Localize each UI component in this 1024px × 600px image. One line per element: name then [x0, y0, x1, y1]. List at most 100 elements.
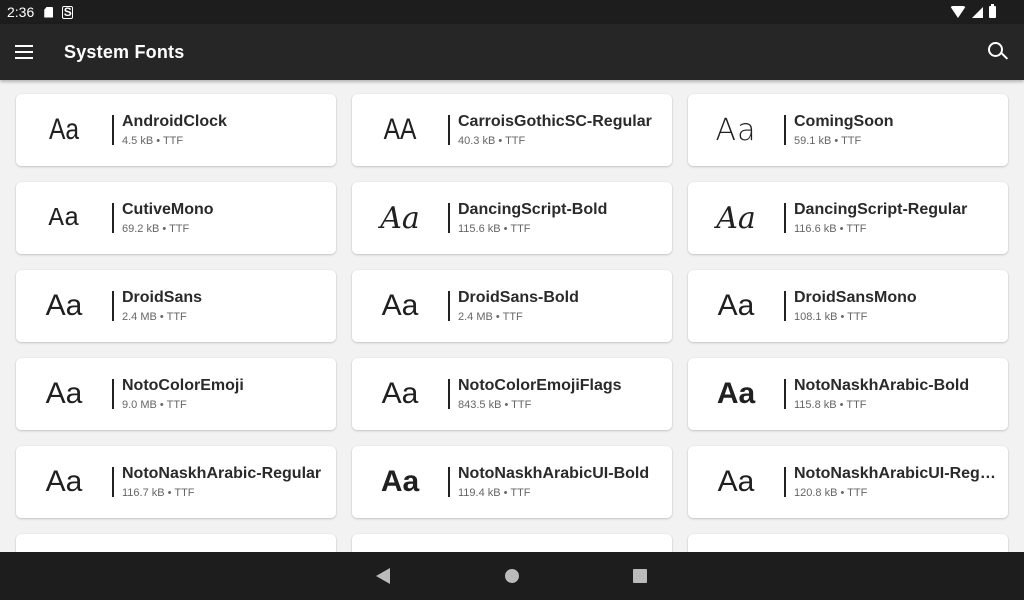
font-name: DroidSansMono	[794, 289, 917, 306]
navigation-bar	[0, 552, 1024, 600]
status-bar: 2:36 S	[0, 0, 1024, 24]
font-card[interactable]: Aa AndroidClock 4.5 kB • TTF	[16, 94, 336, 166]
font-sample: Aa	[715, 112, 757, 148]
font-meta: 115.6 kB • TTF	[458, 223, 531, 235]
font-card[interactable]: AA CarroisGothicSC-Regular 40.3 kB • TTF	[352, 94, 672, 166]
card-divider	[448, 467, 450, 497]
font-list[interactable]: Aa AndroidClock 4.5 kB • TTF AA CarroisGothi…	[0, 80, 1024, 552]
font-info: CarroisGothicSC-Regular 40.3 kB • TTF	[458, 113, 672, 147]
font-meta: 9.0 MB • TTF	[122, 399, 187, 411]
font-sample: Aa	[45, 289, 83, 322]
card-divider	[784, 203, 786, 233]
page-title: System Fonts	[64, 41, 185, 62]
card-divider	[448, 291, 450, 321]
search-icon[interactable]	[988, 42, 1009, 62]
font-sample: Aa	[380, 465, 420, 498]
signal-icon	[972, 6, 983, 18]
font-sample: AA	[383, 113, 417, 146]
card-divider	[112, 115, 114, 145]
font-sample: Aa	[380, 200, 420, 236]
font-sample: Aa	[48, 113, 80, 146]
font-sample: Aa	[716, 200, 756, 236]
font-info: NotoNaskhArabic-Regular 116.7 kB • TTF	[122, 465, 336, 499]
font-meta: 108.1 kB • TTF	[794, 311, 868, 323]
battery-icon	[989, 4, 996, 18]
card-divider	[784, 379, 786, 409]
card-divider	[448, 203, 450, 233]
font-grid: Aa AndroidClock 4.5 kB • TTF AA CarroisGothi…	[16, 94, 1008, 552]
font-card[interactable]: Aa DroidSansMono 108.1 kB • TTF	[688, 270, 1008, 342]
font-name: DancingScript-Bold	[458, 201, 608, 218]
font-meta: 115.8 kB • TTF	[794, 399, 867, 411]
font-name: NotoColorEmojiFlags	[458, 377, 622, 394]
font-info: NotoColorEmojiFlags 843.5 kB • TTF	[458, 377, 672, 411]
font-info: DancingScript-Regular 116.6 kB • TTF	[794, 201, 1008, 235]
font-card[interactable]: Aa ComingSoon 59.1 kB • TTF	[688, 94, 1008, 166]
font-info: NotoNaskhArabicUI-Bold 119.4 kB • TTF	[458, 465, 672, 499]
font-name: DroidSans	[122, 289, 203, 306]
wifi-icon	[950, 6, 966, 18]
font-name: AndroidClock	[122, 113, 227, 130]
card-divider	[784, 115, 786, 145]
font-info: DroidSans 2.4 MB • TTF	[122, 289, 336, 323]
menu-icon[interactable]	[15, 45, 33, 59]
font-info: CutiveMono 69.2 kB • TTF	[122, 201, 336, 235]
font-card[interactable]: Aa NotoNaskhArabic-Regular 116.7 kB • TTF	[16, 446, 336, 518]
font-info: ComingSoon 59.1 kB • TTF	[794, 113, 1008, 147]
card-divider	[112, 291, 114, 321]
font-card[interactable]: Aa DroidSans 2.4 MB • TTF	[16, 270, 336, 342]
card-divider	[448, 115, 450, 145]
font-card[interactable]: Aa DancingScript-Regular 116.6 kB • TTF	[688, 182, 1008, 254]
font-meta: 40.3 kB • TTF	[458, 135, 526, 147]
font-name: CutiveMono	[122, 201, 214, 218]
font-info: DroidSans-Bold 2.4 MB • TTF	[458, 289, 672, 323]
font-info: NotoColorEmoji 9.0 MB • TTF	[122, 377, 336, 411]
font-name: NotoNaskhArabic-Regular	[122, 465, 322, 482]
font-meta: 120.8 kB • TTF	[794, 487, 868, 499]
font-meta: 4.5 kB • TTF	[122, 135, 184, 147]
font-card[interactable]: Aa DroidSans-Bold 2.4 MB • TTF	[352, 270, 672, 342]
font-sample: Aa	[717, 289, 755, 322]
font-card[interactable]: Aa NotoNaskhArabicUI-Bold 119.4 kB • TTF	[352, 446, 672, 518]
app-bar: System Fonts	[0, 24, 1024, 80]
card-divider	[448, 379, 450, 409]
font-card[interactable]: Aa NotoNaskhArabic-Bold 115.8 kB • TTF	[688, 358, 1008, 430]
font-meta: 59.1 kB • TTF	[794, 135, 862, 147]
font-meta: 843.5 kB • TTF	[458, 399, 532, 411]
font-info: NotoNaskhArabic-Bold 115.8 kB • TTF	[794, 377, 1008, 411]
font-name: DroidSans-Bold	[458, 289, 579, 306]
card-divider	[784, 467, 786, 497]
sd-card-icon	[44, 6, 54, 18]
font-card[interactable]: Aa NotoColorEmoji 9.0 MB • TTF	[16, 358, 336, 430]
status-left-icons: S	[44, 5, 74, 19]
card-divider	[112, 379, 114, 409]
font-card[interactable]: Aa CutiveMono 69.2 kB • TTF	[16, 182, 336, 254]
font-meta: 2.4 MB • TTF	[458, 311, 523, 323]
card-divider	[112, 467, 114, 497]
recents-icon[interactable]	[633, 569, 647, 583]
font-name: NotoNaskhArabicUI-Regular	[794, 465, 1000, 482]
font-name: ComingSoon	[794, 113, 894, 130]
font-card[interactable]	[16, 534, 336, 552]
font-info: NotoNaskhArabicUI-Regular 120.8 kB • TTF	[794, 465, 1008, 499]
font-sample: Aa	[45, 377, 83, 410]
font-info: AndroidClock 4.5 kB • TTF	[122, 113, 336, 147]
font-card[interactable]	[688, 534, 1008, 552]
font-name: NotoNaskhArabic-Bold	[794, 377, 970, 394]
font-card[interactable]: Aa NotoColorEmojiFlags 843.5 kB • TTF	[352, 358, 672, 430]
status-time: 2:36	[7, 4, 35, 20]
font-sample: Aa	[381, 377, 419, 410]
home-icon[interactable]	[505, 569, 519, 583]
font-sample: Aa	[717, 465, 755, 498]
font-card[interactable]: Aa DancingScript-Bold 115.6 kB • TTF	[352, 182, 672, 254]
font-card[interactable]: Aa NotoNaskhArabicUI-Regular 120.8 kB • TT…	[688, 446, 1008, 518]
font-name: CarroisGothicSC-Regular	[458, 113, 652, 130]
font-name: NotoNaskhArabicUI-Bold	[458, 465, 650, 482]
font-meta: 116.7 kB • TTF	[122, 487, 195, 499]
font-meta: 2.4 MB • TTF	[122, 311, 187, 323]
font-sample: Aa	[48, 203, 80, 233]
card-divider	[784, 291, 786, 321]
font-card[interactable]	[352, 534, 672, 552]
status-right-icons	[950, 4, 996, 18]
back-icon[interactable]	[376, 568, 390, 584]
